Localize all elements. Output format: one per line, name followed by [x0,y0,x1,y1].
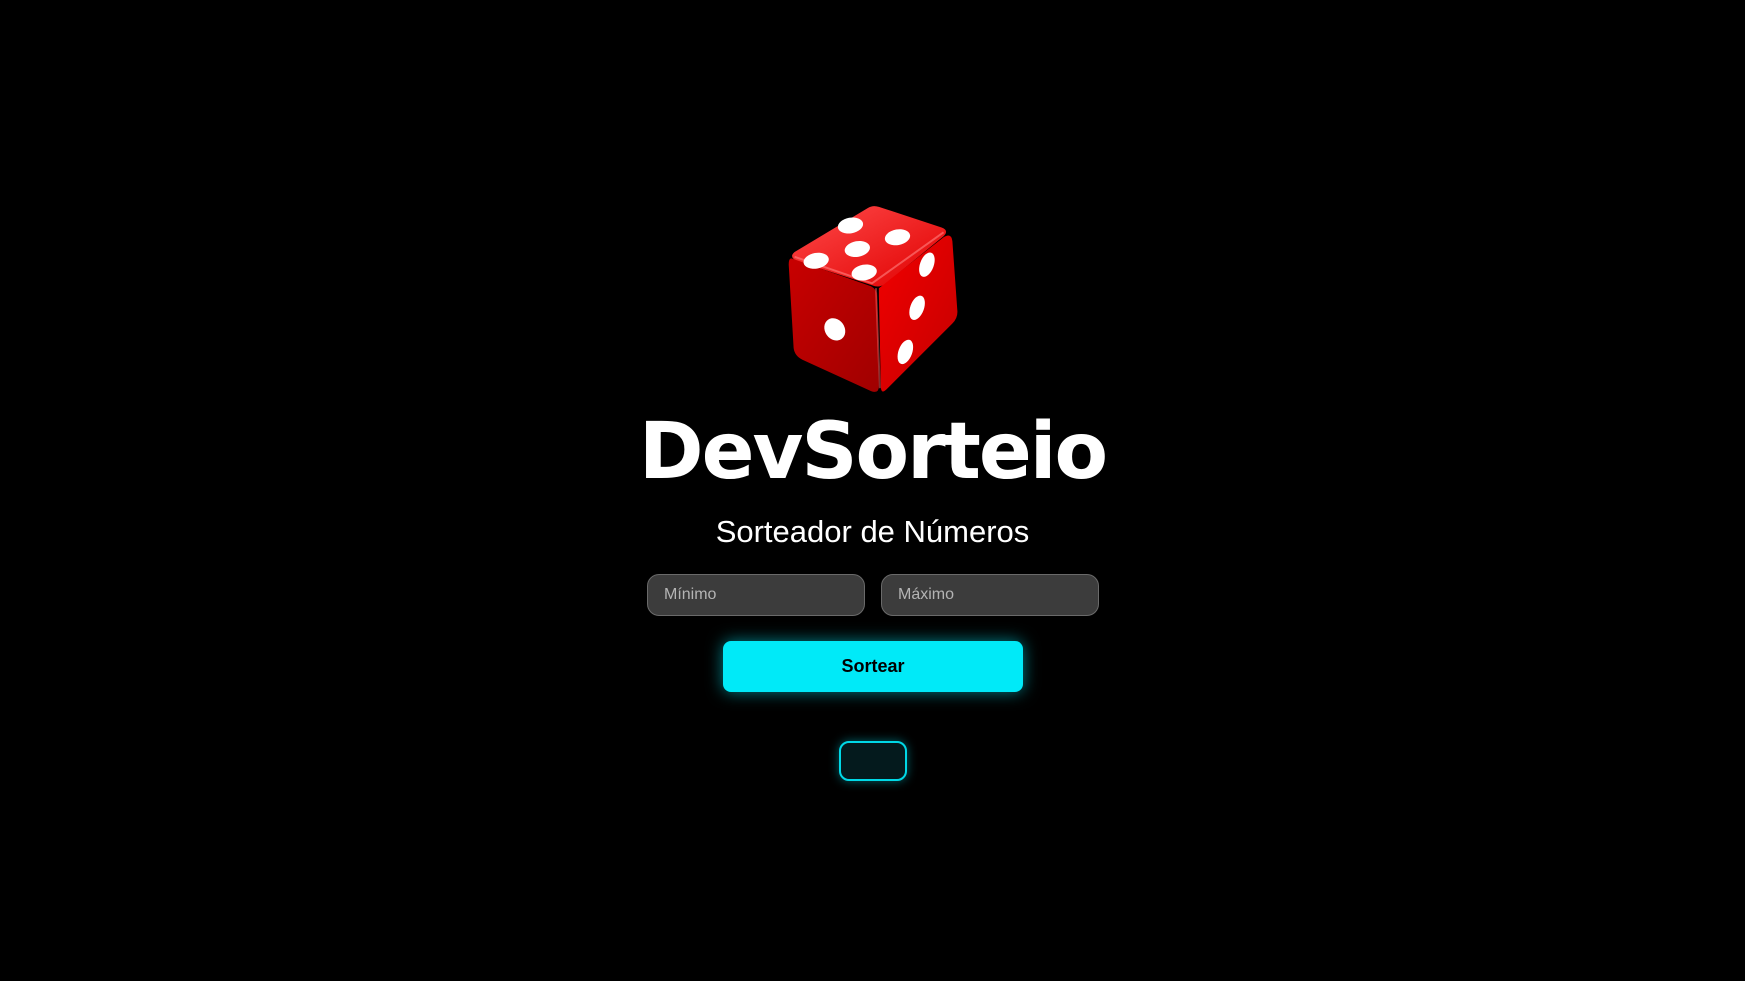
max-input[interactable] [881,574,1099,616]
draw-button[interactable]: Sortear [723,641,1023,692]
app-title: DevSorteio [638,407,1108,497]
app-page: DevSorteio Sorteador de Números Sortear [0,0,1745,981]
dice-icon [775,200,971,396]
min-input[interactable] [647,574,865,616]
range-inputs [647,574,1099,616]
result-display [839,741,907,781]
app-subtitle: Sorteador de Números [715,514,1030,549]
